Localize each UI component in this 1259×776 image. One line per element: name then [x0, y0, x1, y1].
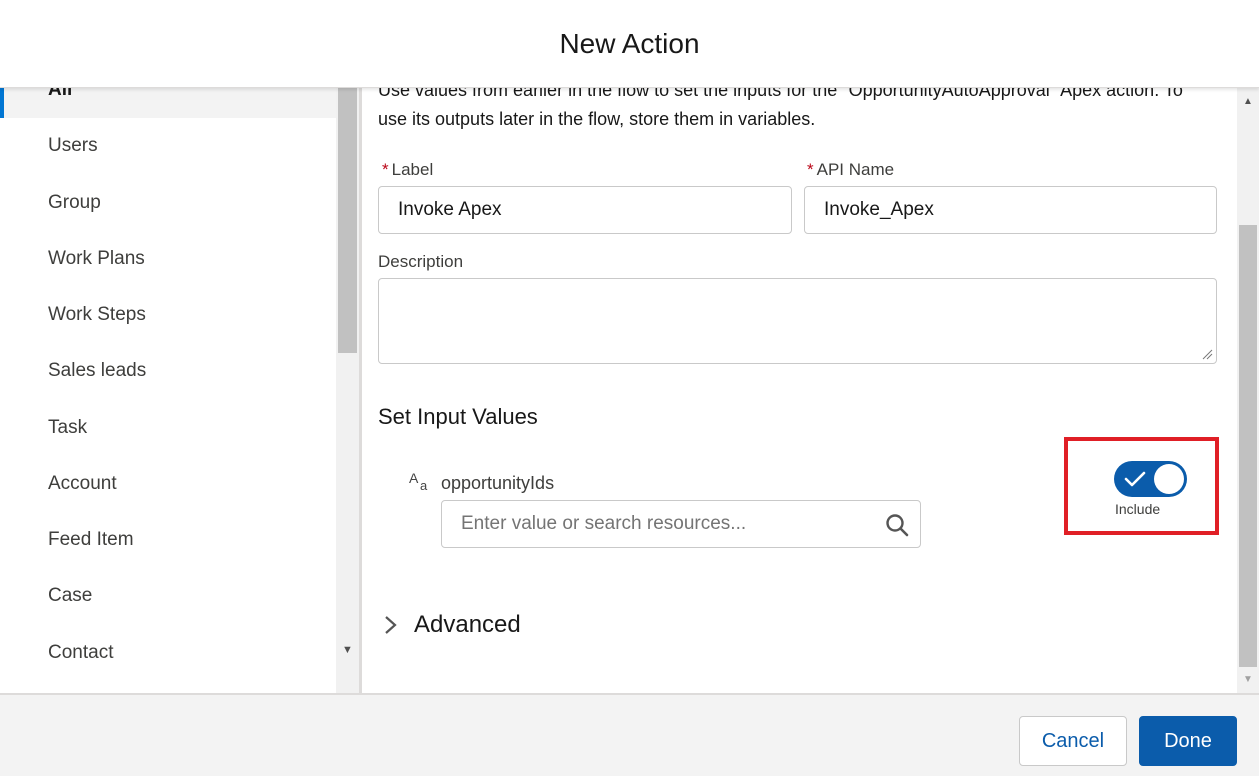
svg-text:a: a: [420, 478, 428, 493]
category-item-sales-leads[interactable]: Sales leads: [0, 343, 336, 399]
scroll-down-arrow-icon[interactable]: ▼: [1237, 670, 1259, 690]
toggle-knob: [1154, 464, 1184, 494]
intro-text: Use values from earlier in the flow to s…: [378, 88, 1183, 129]
description-field-label: Description: [378, 252, 464, 271]
include-toggle-label: Include: [1115, 501, 1161, 517]
search-placeholder: Enter value or search resources...: [461, 513, 747, 534]
category-item-account[interactable]: Account: [0, 456, 336, 512]
action-config-panel: Use values from earlier in the flow to s…: [362, 88, 1259, 693]
config-panel-scrollbar-thumb[interactable]: [1239, 225, 1257, 667]
advanced-label: Advanced: [414, 611, 521, 638]
scroll-up-arrow-icon[interactable]: ▲: [1237, 92, 1259, 112]
opportunity-ids-label: opportunityIds: [441, 473, 555, 493]
text-type-icon: A a: [409, 470, 428, 493]
scroll-down-arrow-icon[interactable]: ▼: [336, 640, 359, 660]
done-button[interactable]: Done: [1139, 716, 1237, 766]
api-name-input[interactable]: Invoke_Apex: [804, 186, 1217, 234]
category-item-users[interactable]: Users: [0, 118, 336, 174]
category-list-scrollbar-thumb[interactable]: [338, 88, 357, 353]
category-item-work-plans[interactable]: Work Plans: [0, 231, 336, 287]
category-item-contact[interactable]: Contact: [0, 625, 336, 681]
set-input-values-heading: Set Input Values: [378, 404, 538, 429]
advanced-section-toggle[interactable]: Advanced: [382, 609, 521, 641]
category-list-panel: All Users Group Work Plans Work Steps Sa…: [0, 88, 362, 693]
api-name-field-label: * API Name: [807, 160, 895, 179]
category-item-case[interactable]: Case: [0, 568, 336, 624]
resize-grip-icon[interactable]: [1201, 348, 1213, 360]
description-textarea[interactable]: [378, 278, 1217, 364]
resource-search-input[interactable]: Enter value or search resources...: [441, 500, 921, 548]
modal-title: New Action: [559, 28, 700, 59]
category-item-task[interactable]: Task: [0, 400, 336, 456]
category-item-work-steps[interactable]: Work Steps: [0, 287, 336, 343]
include-toggle[interactable]: [1114, 461, 1187, 497]
cancel-button[interactable]: Cancel: [1019, 716, 1127, 766]
modal-footer: Cancel Done: [0, 693, 1259, 776]
label-field-label: * Label: [382, 160, 434, 179]
label-input[interactable]: Invoke Apex: [378, 186, 792, 234]
chevron-right-icon: [385, 616, 397, 634]
modal-header: New Action: [0, 0, 1259, 88]
required-marker: *: [807, 160, 814, 179]
svg-text:A: A: [409, 470, 419, 486]
required-marker: *: [382, 160, 389, 179]
category-item-all[interactable]: All: [0, 88, 336, 118]
category-item-group[interactable]: Group: [0, 175, 336, 231]
checkmark-icon: [1124, 471, 1146, 487]
search-icon[interactable]: [884, 512, 910, 538]
category-item-feed-item[interactable]: Feed Item: [0, 512, 336, 568]
